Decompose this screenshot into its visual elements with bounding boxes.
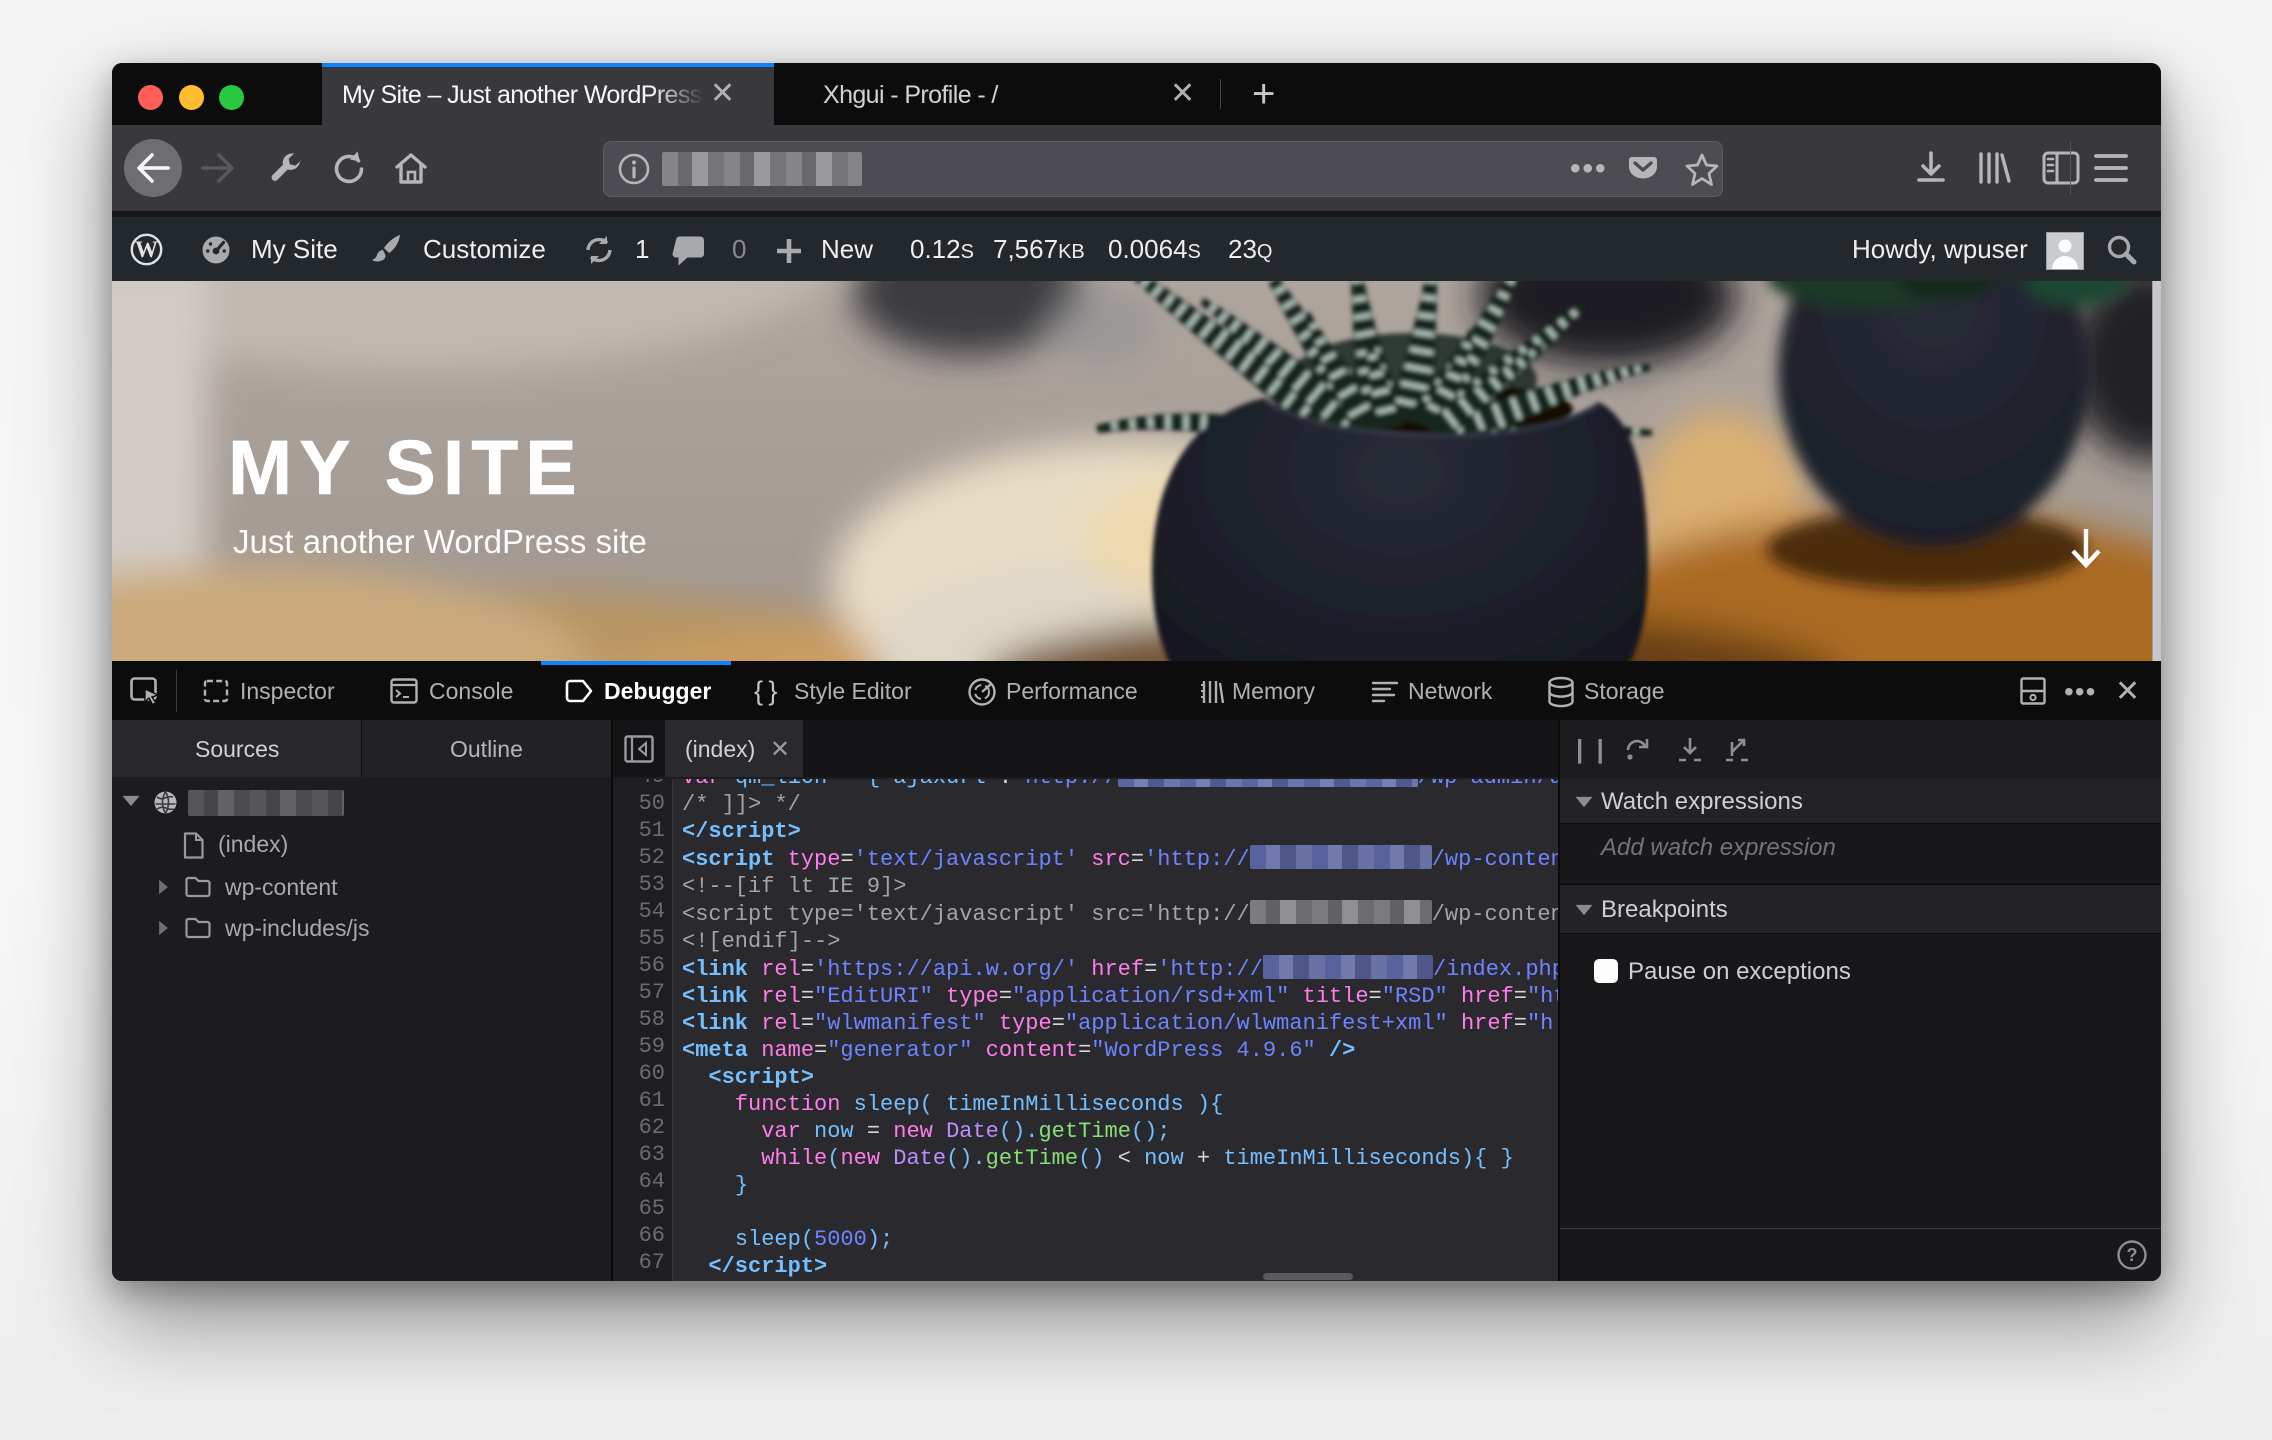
svg-text:W: W <box>135 237 158 262</box>
svg-text:?: ? <box>2127 1245 2138 1265</box>
